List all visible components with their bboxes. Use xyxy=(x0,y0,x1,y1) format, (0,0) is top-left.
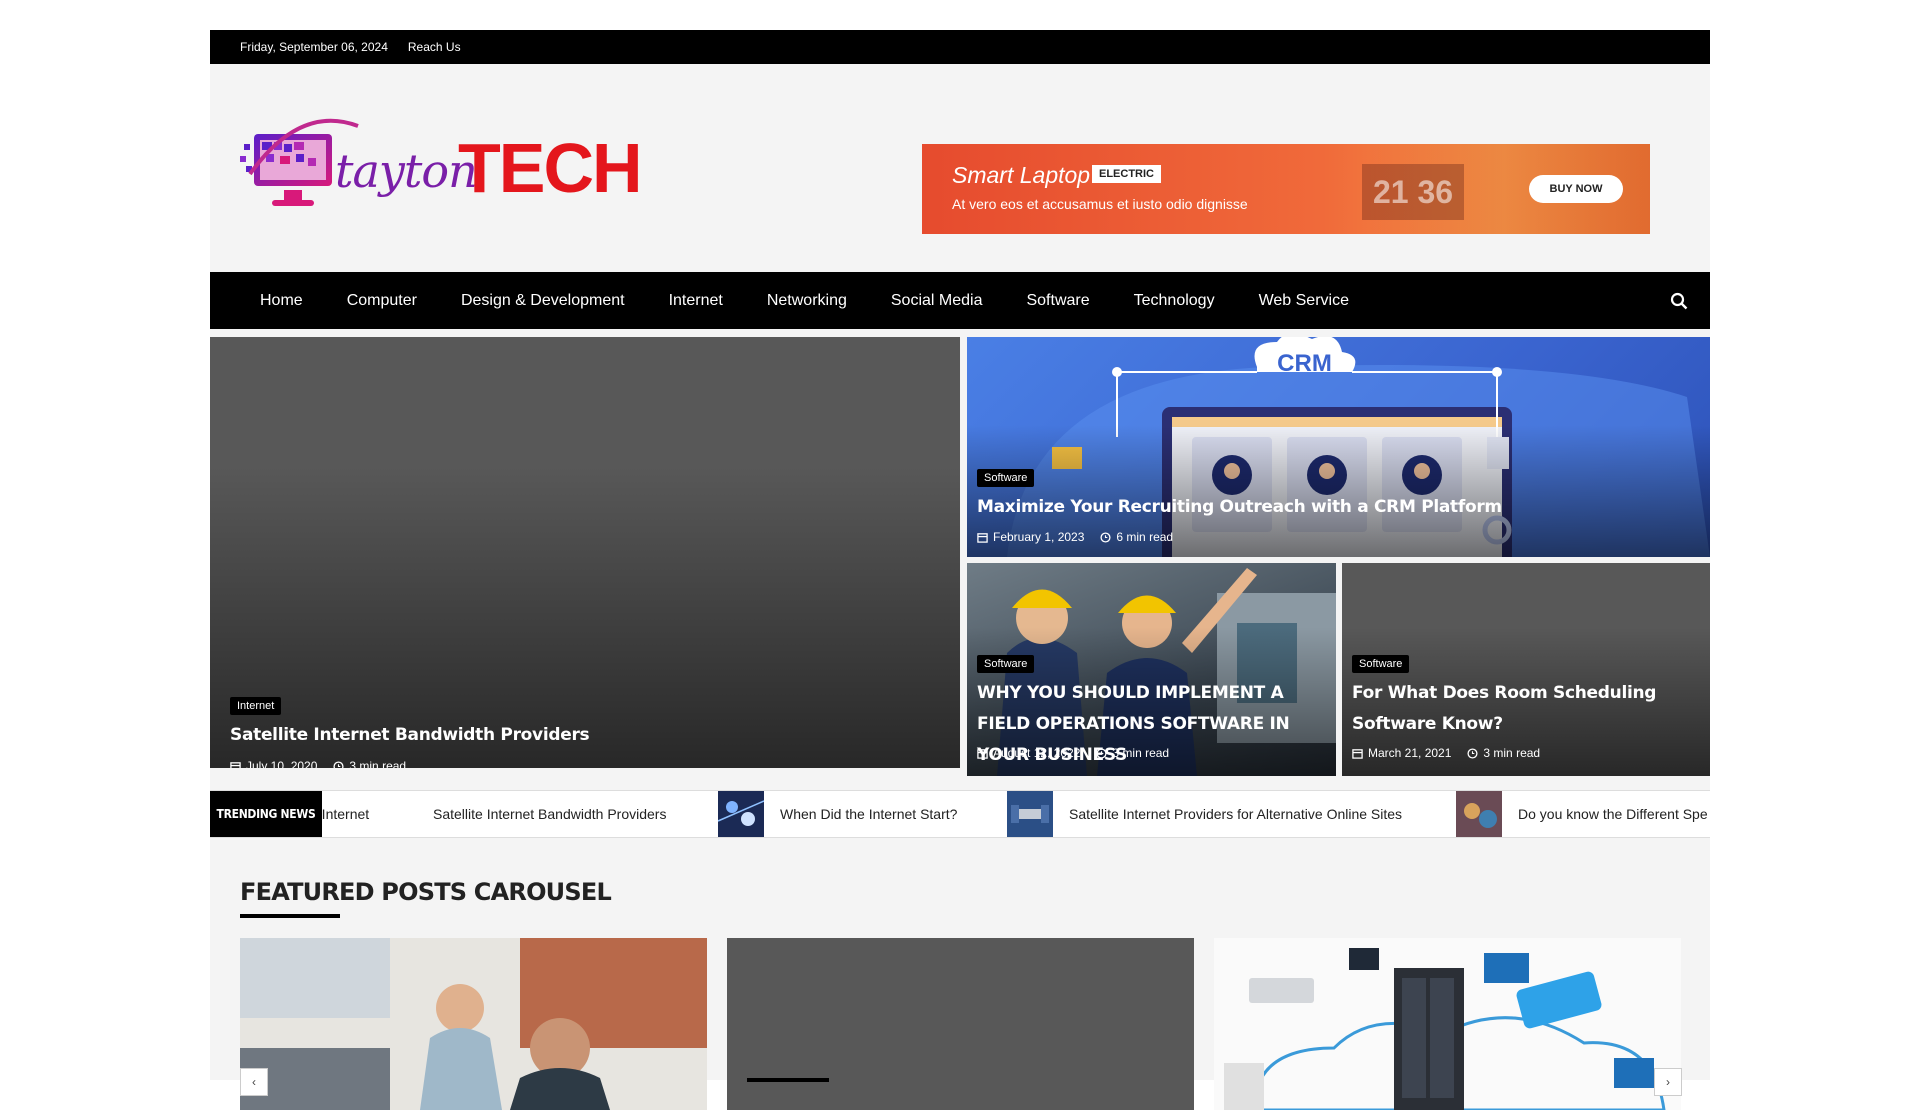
page-wrapper: Friday, September 06, 2024 Reach Us tayt… xyxy=(210,30,1710,1110)
featured-card-placeholder[interactable] xyxy=(727,938,1194,1110)
crm-label: CRM xyxy=(1277,350,1332,377)
read-time: 3 min read xyxy=(1483,746,1541,760)
featured-card-badge-edge xyxy=(747,1078,829,1082)
trending-thumbnail xyxy=(1007,791,1053,837)
calendar-icon xyxy=(1352,748,1363,759)
read-time: 3 min read xyxy=(1112,746,1170,760)
nav-item-home[interactable]: Home xyxy=(260,292,303,310)
hero-bottom-right-meta: March 21, 2021 3 min read xyxy=(1352,746,1540,760)
clock-icon xyxy=(1100,531,1111,543)
category-badge[interactable]: Software xyxy=(977,655,1035,673)
site-logo[interactable]: tayton TECH xyxy=(240,114,643,224)
office-photo xyxy=(240,938,707,1110)
hero-main-title[interactable]: Satellite Internet Bandwidth Providers xyxy=(230,720,930,751)
ad-subtitle: At vero eos et accusamus et iusto odio d… xyxy=(952,196,1248,212)
hero-main-card[interactable]: Internet Satellite Internet Bandwidth Pr… xyxy=(210,337,960,768)
category-badge[interactable]: Software xyxy=(977,469,1035,487)
carousel-prev-arrow[interactable]: ‹ xyxy=(240,1068,268,1096)
trending-item-title[interactable]: Satellite Internet Providers for Alterna… xyxy=(1069,806,1402,822)
hero-top-right-title[interactable]: Maximize Your Recruiting Outreach with a… xyxy=(977,492,1697,523)
clock-icon xyxy=(1096,747,1107,759)
search-icon[interactable] xyxy=(1670,292,1688,310)
trending-thumbnail xyxy=(1456,791,1502,837)
nav-item-web-service[interactable]: Web Service xyxy=(1259,292,1349,310)
category-badge[interactable]: Internet xyxy=(230,697,282,715)
featured-section-title: FEATURED POSTS CAROUSEL xyxy=(240,878,612,906)
current-date: Friday, September 06, 2024 xyxy=(240,40,388,54)
calendar-icon xyxy=(230,761,241,768)
trending-item-title[interactable]: Do you know the Different Spe xyxy=(1518,806,1708,822)
top-bar: Friday, September 06, 2024 Reach Us xyxy=(210,30,1710,64)
trending-thumbnail xyxy=(718,791,764,837)
nav-item-social-media[interactable]: Social Media xyxy=(891,292,983,310)
trending-news-ticker: TRENDING NEWS e Internet Satellite Inter… xyxy=(210,790,1710,838)
read-time: 3 min read xyxy=(349,759,407,768)
logo-text-tech: TECH xyxy=(458,129,643,207)
post-date: March 21, 2021 xyxy=(1368,746,1452,760)
ad-title: Smart Laptop xyxy=(952,162,1091,188)
main-navigation: Home Computer Design & Development Inter… xyxy=(210,272,1710,329)
nav-item-internet[interactable]: Internet xyxy=(669,292,723,310)
nav-item-technology[interactable]: Technology xyxy=(1134,292,1215,310)
carousel-next-arrow[interactable]: › xyxy=(1654,1068,1682,1096)
calendar-icon xyxy=(977,532,988,543)
nav-item-design-development[interactable]: Design & Development xyxy=(461,292,625,310)
nav-item-networking[interactable]: Networking xyxy=(767,292,847,310)
clock-icon xyxy=(333,760,344,768)
category-badge[interactable]: Software xyxy=(1352,655,1410,673)
hero-top-right-meta: February 1, 2023 6 min read xyxy=(977,530,1173,544)
trending-item[interactable]: Do you know the Different Spe xyxy=(1456,791,1708,837)
featured-title-underline xyxy=(240,914,340,918)
ad-buy-now-button[interactable]: BUY NOW xyxy=(1529,175,1623,203)
featured-card-office[interactable] xyxy=(240,938,707,1110)
reach-us-link[interactable]: Reach Us xyxy=(408,40,461,54)
ad-clock-image: 21 36 xyxy=(1362,164,1464,220)
hero-main-meta: July 10, 2020 3 min read xyxy=(230,759,406,768)
trending-item-title[interactable]: Satellite Internet Bandwidth Providers xyxy=(433,806,666,822)
network-diagram xyxy=(1214,938,1681,1110)
featured-card-network[interactable] xyxy=(1214,938,1681,1110)
logo-text-tayton: tayton xyxy=(335,144,478,198)
trending-item-title[interactable]: When Did the Internet Start? xyxy=(780,806,957,822)
ad-banner[interactable]: 21 36 Smart Laptop ELECTRIC At vero eos … xyxy=(922,144,1650,234)
read-time: 6 min read xyxy=(1116,530,1174,544)
hero-bottom-left-card[interactable]: Software WHY YOU SHOULD IMPLEMENT A FIEL… xyxy=(967,563,1336,776)
post-date: July 10, 2020 xyxy=(246,759,318,768)
trending-item[interactable]: When Did the Internet Start? xyxy=(718,791,957,837)
hero-bottom-right-card[interactable]: Software For What Does Room Scheduling S… xyxy=(1342,563,1710,776)
post-date: August 12, 2022 xyxy=(993,746,1081,760)
post-date: February 1, 2023 xyxy=(993,530,1085,544)
ad-badge: ELECTRIC xyxy=(1092,165,1161,183)
trending-item[interactable]: Satellite Internet Providers for Alterna… xyxy=(1007,791,1402,837)
trending-news-label: TRENDING NEWS xyxy=(210,791,322,837)
hero-bottom-right-title[interactable]: For What Does Room Scheduling Software K… xyxy=(1352,678,1692,740)
nav-item-computer[interactable]: Computer xyxy=(347,292,417,310)
site-header: tayton TECH 21 36 Smart Laptop ELECTRIC … xyxy=(210,64,1710,272)
calendar-icon xyxy=(977,748,988,759)
hero-top-right-card[interactable]: CRM Software Maximize Your Recruiting Ou… xyxy=(967,337,1710,557)
hero-bottom-left-meta: August 12, 2022 3 min read xyxy=(977,746,1169,760)
trending-item[interactable]: Satellite Internet Bandwidth Providers xyxy=(433,791,666,837)
clock-icon xyxy=(1467,747,1478,759)
nav-item-software[interactable]: Software xyxy=(1026,292,1089,310)
